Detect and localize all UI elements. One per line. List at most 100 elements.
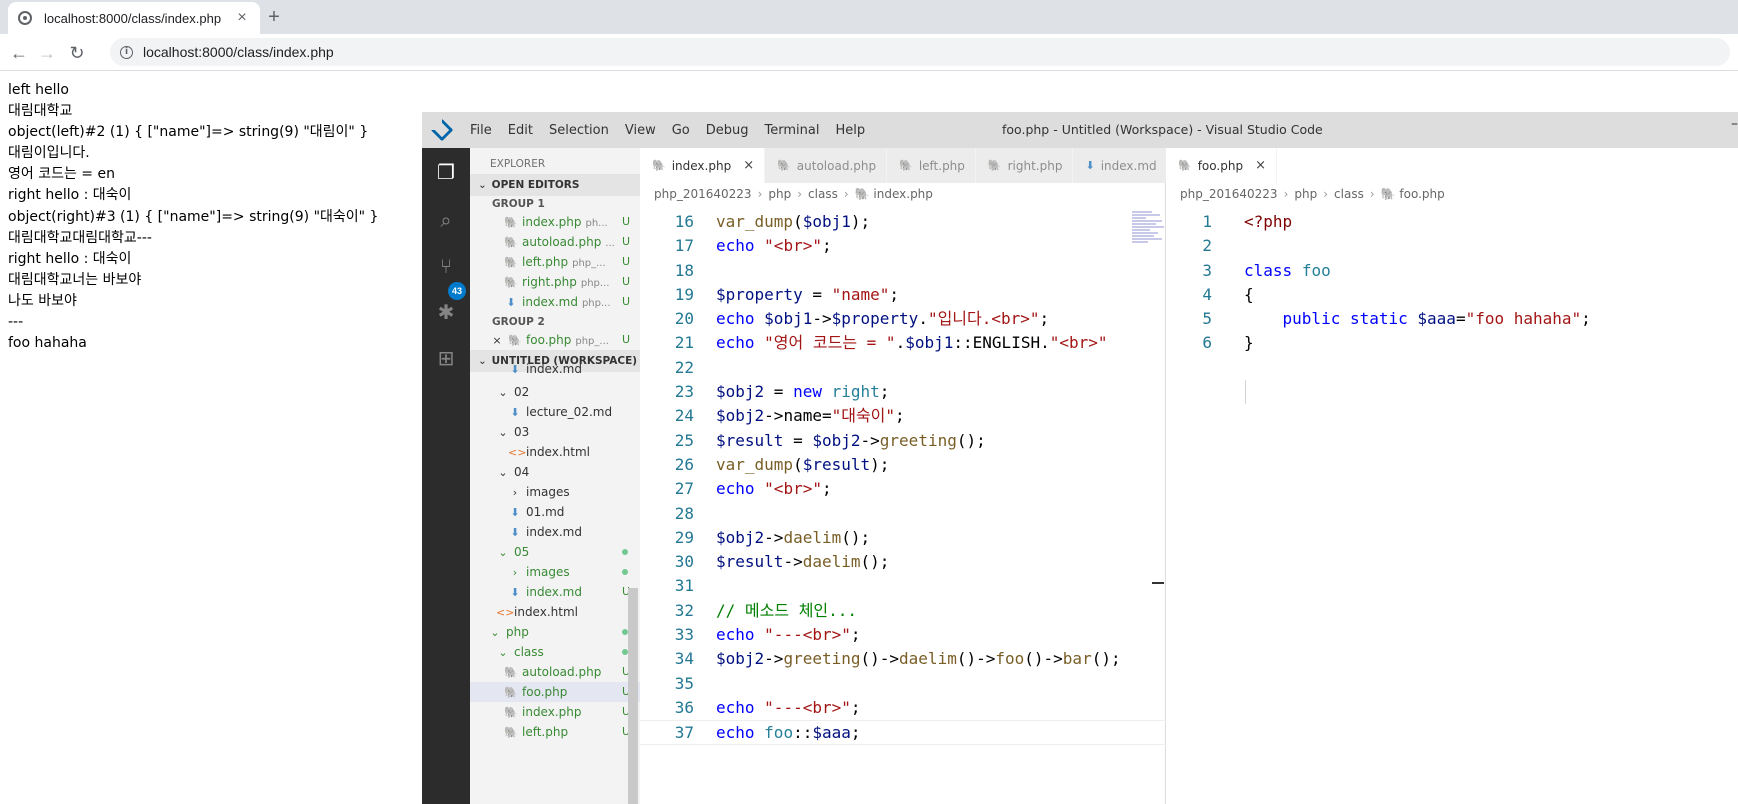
editor-tabs: 🐘 index.php × 🐘 autoload.php 🐘 left.php 🐘 rig… (640, 148, 1203, 183)
code-line[interactable]: 29 $obj2->daelim(); (640, 526, 1166, 550)
tree-item[interactable]: <>index.html (470, 602, 640, 622)
tab-foo-php[interactable]: 🐘 foo.php × (1166, 148, 1277, 183)
search-icon[interactable]: ⌕ (434, 208, 458, 232)
globe-icon (18, 11, 32, 25)
forward-button[interactable]: → (34, 40, 60, 66)
minimize-button[interactable]: – (1731, 116, 1738, 132)
open-editor-item[interactable]: × 🐘 foo.php php_... U (470, 330, 640, 350)
code-line[interactable]: 23 $obj2 = new right; (640, 380, 1166, 404)
code-line[interactable]: 32 // 메소드 체인... (640, 599, 1166, 623)
source-control-icon[interactable]: ⑂ (434, 254, 458, 278)
close-icon[interactable]: × (1255, 158, 1266, 173)
code-line[interactable]: 35 (640, 672, 1166, 696)
browser-toolbar: ← → ↻ i localhost:8000/class/index.php (0, 34, 1738, 71)
tree-item[interactable]: ⬇ 01.md (470, 502, 640, 522)
line-number: 4 (1202, 284, 1212, 304)
code-line[interactable]: 37 echo foo::$aaa; (640, 720, 1166, 745)
code-line[interactable]: 21 echo "영어 코드는 = ".$obj1::ENGLISH."<br>" (640, 331, 1166, 355)
line-number: 2 (1202, 236, 1212, 256)
open-editor-item[interactable]: ⬇ index.md php... U (470, 292, 640, 312)
close-tab-icon[interactable]: × (234, 9, 250, 27)
tree-folder[interactable]: ⌄ 02 (470, 382, 640, 402)
menu-terminal[interactable]: Terminal (757, 123, 828, 138)
line-number: 6 (1202, 333, 1212, 353)
menu-view[interactable]: View (617, 123, 664, 138)
debug-icon[interactable]: ✱ (434, 300, 458, 324)
code-line[interactable]: 26 var_dump($result); (640, 453, 1166, 477)
tab-index-php[interactable]: 🐘 index.php × (640, 148, 766, 183)
code-editor[interactable]: 16 var_dump($obj1); 17 echo "<br>"; 18 19 $pro… (640, 210, 1166, 745)
breadcrumb[interactable]: php_201640223 › php › class › 🐘 index.php (654, 187, 933, 201)
tree-folder[interactable]: › images (470, 482, 640, 502)
tree-item[interactable]: 🐘 index.php U (470, 702, 640, 722)
tab-left-php[interactable]: 🐘 left.php (887, 148, 976, 183)
code-line[interactable]: 16 var_dump($obj1); (640, 210, 1166, 234)
minimap[interactable] (1132, 210, 1166, 270)
line-number: 30 (674, 552, 694, 572)
open-editor-item[interactable]: 🐘 index.php ph... U (470, 212, 640, 232)
open-editor-item[interactable]: 🐘 right.php php... U (470, 272, 640, 292)
tree-item[interactable]: <>index.html (470, 442, 640, 462)
code-text: $result = $obj2->greeting(); (716, 430, 986, 450)
code-line[interactable]: 20 echo $obj1->$property."입니다.<br>"; (640, 307, 1166, 331)
tree-folder[interactable]: › images (470, 562, 640, 582)
sidebar-scrollbar[interactable] (628, 588, 638, 804)
code-line[interactable]: 28 (640, 502, 1166, 526)
tree-item[interactable]: 🐘 left.php U (470, 722, 640, 742)
output-line: right hello : 대숙이 (8, 187, 132, 204)
code-line[interactable]: 19 $property = "name"; (640, 283, 1166, 307)
tree-folder[interactable]: ⌄ 04 (470, 462, 640, 482)
back-button[interactable]: ← (6, 40, 32, 66)
tab-index-md[interactable]: ⬇ index.md (1073, 148, 1168, 183)
code-line[interactable]: 33 echo "---<br>"; (640, 623, 1166, 647)
menu-selection[interactable]: Selection (541, 123, 617, 138)
new-tab-button[interactable]: + (260, 4, 288, 30)
tree-folder[interactable]: ⌄ class (470, 642, 640, 662)
code-text: echo "<br>"; (716, 236, 832, 256)
code-line[interactable]: 18 (640, 259, 1166, 283)
reload-button[interactable]: ↻ (64, 40, 90, 66)
tree-item[interactable]: ⬇ index.md (470, 522, 640, 542)
extensions-icon[interactable]: ⊞ (434, 346, 458, 370)
tab-autoload-php[interactable]: 🐘 autoload.php (765, 148, 888, 183)
tree-folder[interactable]: ⌄ 03 (470, 422, 640, 442)
code-line[interactable]: 31 (640, 574, 1166, 598)
breadcrumb-2[interactable]: php_201640223 › php › class › 🐘 foo.php (1180, 187, 1445, 201)
tree-item[interactable]: 🐘 autoload.php U (470, 662, 640, 682)
line-number: 1 (1202, 212, 1212, 231)
menu-edit[interactable]: Edit (500, 123, 541, 138)
tree-item-selected[interactable]: 🐘 foo.php U (470, 682, 640, 702)
code-line[interactable]: 24 $obj2->name="대숙이"; (640, 404, 1166, 428)
group-1-label: GROUP 1 (492, 198, 545, 210)
open-editor-item[interactable]: 🐘 autoload.php... U (470, 232, 640, 252)
tab-right-php[interactable]: 🐘 right.php (975, 148, 1074, 183)
code-line[interactable]: 22 (640, 356, 1166, 380)
menu-debug[interactable]: Debug (698, 123, 757, 138)
line-number: 20 (674, 309, 694, 329)
tree-folder[interactable]: ⌄ 05 (470, 542, 640, 562)
code-line[interactable]: 27 echo "<br>"; (640, 477, 1166, 501)
tree-item[interactable]: ⬇ lecture_02.md (470, 402, 640, 422)
line-number: 23 (674, 382, 694, 402)
tree-item[interactable]: ⬇ index.md U (470, 582, 640, 602)
menu-go[interactable]: Go (664, 123, 698, 138)
menu-help[interactable]: Help (827, 123, 873, 138)
open-editor-item[interactable]: 🐘 left.php php_... U (470, 252, 640, 272)
browser-tab[interactable]: localhost:8000/class/index.php × (8, 2, 260, 34)
open-editors-header[interactable]: ⌄ OPEN EDITORS (470, 174, 640, 196)
code-line[interactable]: 30 $result->daelim(); (640, 550, 1166, 574)
info-icon[interactable]: i (120, 45, 133, 59)
scm-badge: 43 (448, 282, 466, 300)
code-line[interactable]: 25 $result = $obj2->greeting(); (640, 429, 1166, 453)
code-line[interactable]: 34 $obj2->greeting()->daelim()->foo()->ba… (640, 647, 1166, 671)
code-line[interactable]: 36 echo "---<br>"; (640, 696, 1166, 720)
modified-dot-icon (622, 569, 628, 575)
address-bar[interactable]: i localhost:8000/class/index.php (110, 38, 1730, 66)
output-line: left hello (8, 82, 69, 98)
tree-item[interactable]: ⬇ index.md (470, 362, 640, 376)
explorer-icon[interactable]: ❐ (434, 160, 458, 184)
menu-file[interactable]: File (462, 123, 500, 138)
close-icon[interactable]: × (743, 158, 754, 173)
tree-folder[interactable]: ⌄ php (470, 622, 640, 642)
code-line[interactable]: 17 echo "<br>"; (640, 234, 1166, 258)
